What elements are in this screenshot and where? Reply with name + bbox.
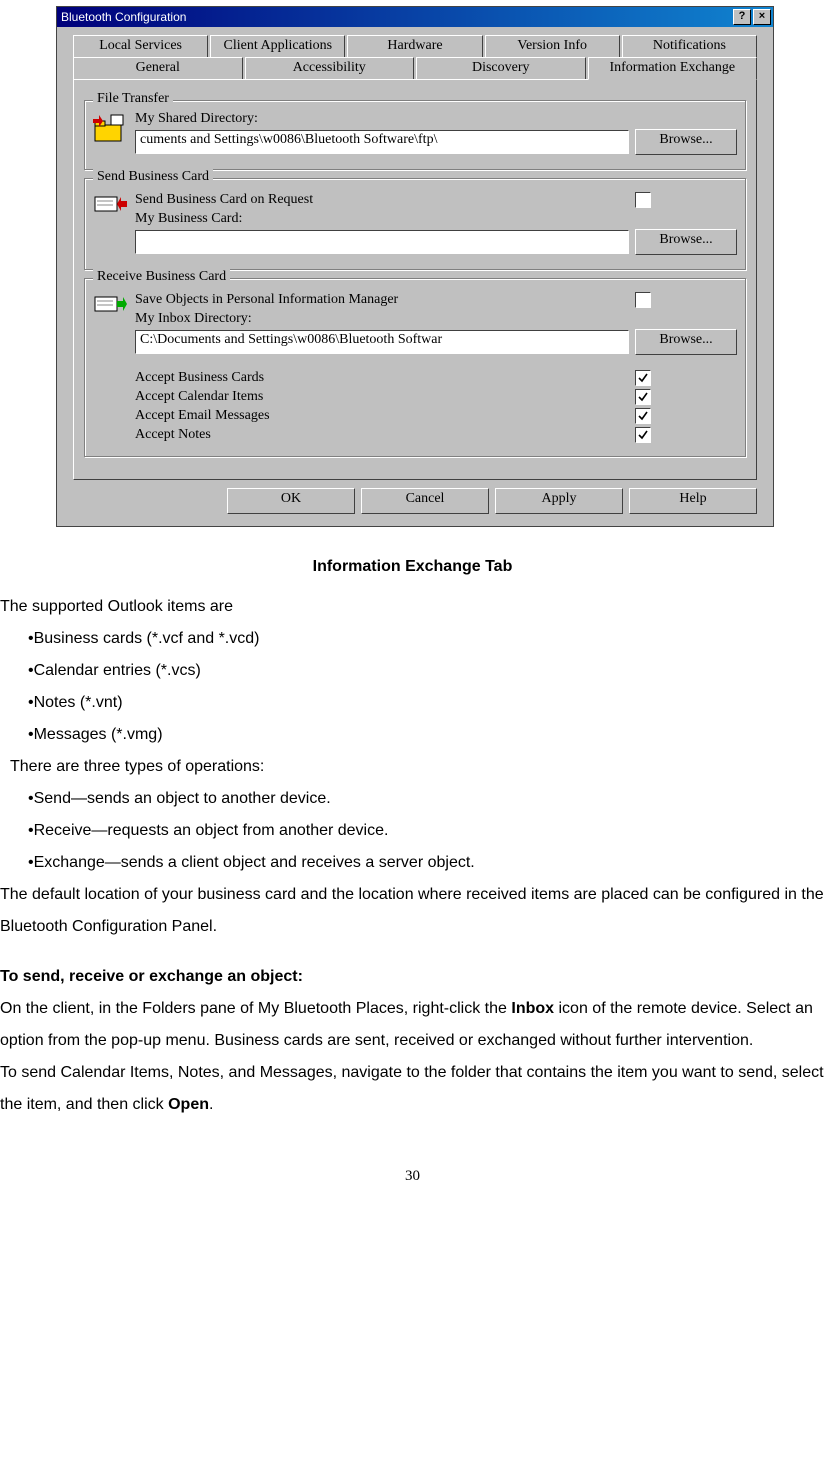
apply-button[interactable]: Apply [495, 488, 623, 514]
window-title: Bluetooth Configuration [61, 10, 733, 24]
paragraph: To send Calendar Items, Notes, and Messa… [0, 1057, 825, 1121]
shared-dir-label: My Shared Directory: [135, 111, 737, 127]
tab-accessibility[interactable]: Accessibility [245, 57, 415, 80]
accept-email-checkbox[interactable] [635, 408, 651, 424]
text-bold: Inbox [511, 1000, 554, 1017]
tab-local-services[interactable]: Local Services [73, 35, 208, 57]
paragraph: There are three types of operations: [10, 751, 825, 783]
tab-version-info[interactable]: Version Info [485, 35, 620, 57]
list-item: •Business cards (*.vcf and *.vcd) [28, 623, 825, 655]
list-item: •Messages (*.vmg) [28, 719, 825, 751]
tab-client-applications[interactable]: Client Applications [210, 35, 345, 57]
page-number: 30 [0, 1161, 825, 1191]
accept-cards-checkbox[interactable] [635, 370, 651, 386]
accept-label: Accept Business Cards [135, 370, 635, 386]
close-icon[interactable]: × [753, 9, 771, 25]
group-title: Receive Business Card [93, 269, 230, 285]
group-file-transfer: File Transfer My [84, 100, 746, 170]
accept-label: Accept Calendar Items [135, 389, 635, 405]
help-button[interactable]: Help [629, 488, 757, 514]
accept-label: Accept Notes [135, 427, 635, 443]
group-send-card: Send Business Card [84, 178, 746, 270]
subheading: To send, receive or exchange an object: [0, 961, 825, 993]
ok-button[interactable]: OK [227, 488, 355, 514]
paragraph: On the client, in the Folders pane of My… [0, 993, 825, 1057]
tab-information-exchange[interactable]: Information Exchange [588, 57, 758, 80]
send-on-request-checkbox[interactable] [635, 192, 651, 208]
card-send-icon [93, 191, 127, 221]
text-bold: Open [168, 1096, 209, 1113]
save-pim-label: Save Objects in Personal Information Man… [135, 292, 635, 308]
help-icon[interactable]: ? [733, 9, 751, 25]
list-item: •Calendar entries (*.vcs) [28, 655, 825, 687]
paragraph: The supported Outlook items are [0, 591, 825, 623]
tab-general[interactable]: General [73, 57, 243, 80]
list-item: •Exchange—sends a client object and rece… [28, 847, 825, 879]
group-title: Send Business Card [93, 169, 213, 185]
my-card-label: My Business Card: [135, 211, 737, 227]
figure-caption: Information Exchange Tab [0, 551, 825, 583]
group-title: File Transfer [93, 91, 173, 107]
text-span: On the client, in the Folders pane of My… [0, 1000, 511, 1017]
my-card-input[interactable] [135, 230, 629, 254]
shared-dir-input[interactable]: cuments and Settings\w0086\Bluetooth Sof… [135, 130, 629, 154]
tab-notifications[interactable]: Notifications [622, 35, 757, 57]
bluetooth-config-dialog: Bluetooth Configuration ? × Local Servic… [56, 6, 774, 527]
text-span: To send Calendar Items, Notes, and Messa… [0, 1064, 824, 1113]
save-pim-checkbox[interactable] [635, 292, 651, 308]
folder-icon [93, 113, 127, 143]
titlebar[interactable]: Bluetooth Configuration ? × [57, 7, 773, 27]
list-item: •Notes (*.vnt) [28, 687, 825, 719]
paragraph: The default location of your business ca… [0, 879, 825, 943]
browse-button[interactable]: Browse... [635, 229, 737, 255]
inbox-dir-input[interactable]: C:\Documents and Settings\w0086\Bluetoot… [135, 330, 629, 354]
group-receive-card: Receive Business Card [84, 278, 746, 457]
accept-calendar-checkbox[interactable] [635, 389, 651, 405]
list-item: •Send—sends an object to another device. [28, 783, 825, 815]
tab-panel: File Transfer My [73, 79, 757, 480]
document-body: Information Exchange Tab The supported O… [0, 527, 825, 1191]
send-on-request-label: Send Business Card on Request [135, 192, 635, 208]
accept-notes-checkbox[interactable] [635, 427, 651, 443]
card-receive-icon [93, 291, 127, 321]
browse-button[interactable]: Browse... [635, 329, 737, 355]
tab-hardware[interactable]: Hardware [347, 35, 482, 57]
text-span: . [209, 1096, 213, 1113]
accept-label: Accept Email Messages [135, 408, 635, 424]
tab-discovery[interactable]: Discovery [416, 57, 586, 80]
list-item: •Receive—requests an object from another… [28, 815, 825, 847]
browse-button[interactable]: Browse... [635, 129, 737, 155]
inbox-dir-label: My Inbox Directory: [135, 311, 737, 327]
cancel-button[interactable]: Cancel [361, 488, 489, 514]
